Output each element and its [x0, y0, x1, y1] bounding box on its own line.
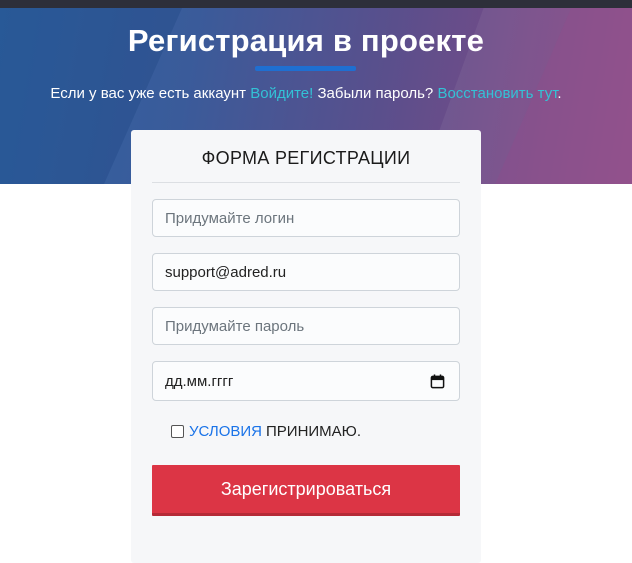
form-divider [152, 182, 460, 183]
page-title: Регистрация в проекте [127, 23, 485, 58]
birthdate-input[interactable]: дд.мм.гггг [152, 361, 460, 401]
password-input[interactable] [152, 307, 460, 345]
account-hint-text: Если у вас уже есть аккаунт [50, 85, 251, 102]
terms-label: ПРИНИМАЮ. [266, 422, 362, 440]
login-input[interactable] [152, 199, 460, 237]
title-underline [255, 66, 356, 71]
calendar-icon[interactable] [430, 374, 445, 389]
forgot-password-text: Забыли пароль? [313, 85, 438, 102]
login-link[interactable]: Войдите! [250, 85, 313, 102]
top-strip [0, 0, 632, 8]
account-hint: Если у вас уже есть аккаунт Войдите! Заб… [0, 85, 612, 102]
email-input[interactable] [152, 253, 460, 291]
register-button[interactable]: Зарегистрироваться [152, 465, 460, 516]
terms-agreement: УСЛОВИЯ ПРИНИМАЮ. [171, 422, 361, 440]
restore-password-link[interactable]: Восстановить тут [437, 85, 557, 102]
form-title: ФОРМА РЕГИСТРАЦИИ [201, 148, 411, 168]
terms-link[interactable]: УСЛОВИЯ [189, 423, 262, 440]
terms-checkbox[interactable] [171, 424, 184, 438]
date-placeholder: дд.мм.гггг [165, 373, 234, 390]
registration-form: ФОРМА РЕГИСТРАЦИИ дд.мм.гггг УСЛОВИЯ ПРИ… [131, 130, 481, 563]
hint-period: . [557, 85, 562, 102]
